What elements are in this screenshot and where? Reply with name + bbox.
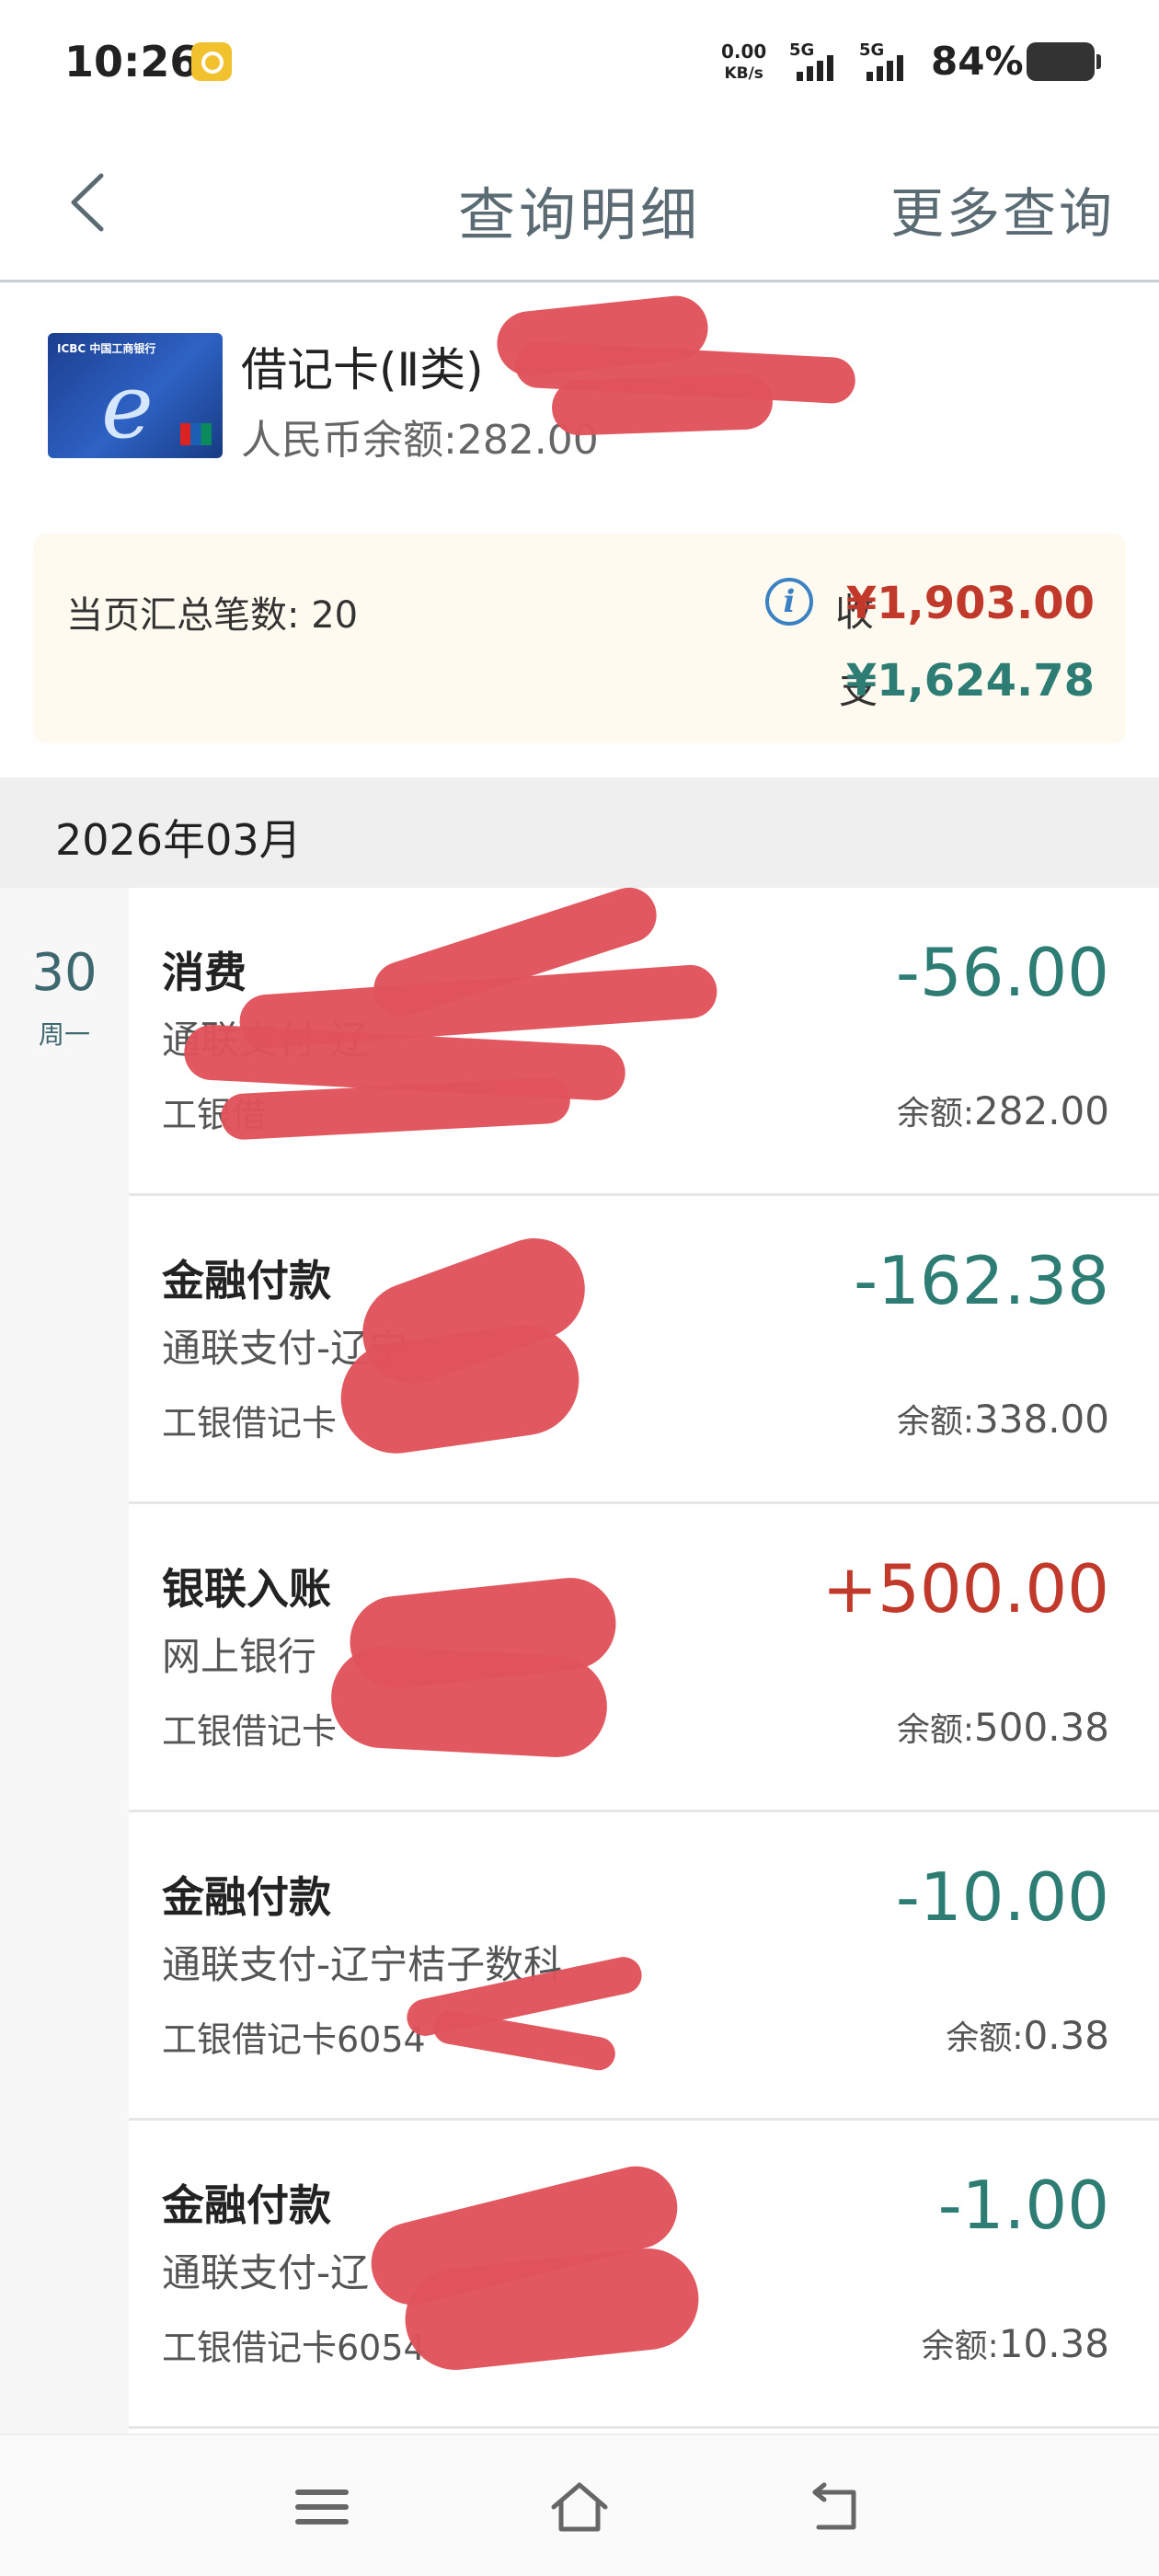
home-button[interactable]	[550, 2479, 609, 2535]
balance-value: 10.38	[998, 2321, 1109, 2366]
transaction-amount: -10.00	[895, 1858, 1109, 1936]
balance-value: 500.38	[974, 1705, 1109, 1750]
bank-card-image: ICBC 中国工商银行 e	[48, 333, 223, 458]
transaction-type: 金融付款	[162, 2180, 331, 2230]
info-icon[interactable]: i	[765, 578, 813, 626]
menu-icon	[295, 2490, 349, 2524]
redaction-scribble	[551, 373, 774, 437]
summary-count: 当页汇总笔数: 20	[66, 594, 359, 637]
income-total: ¥1,903.00	[845, 578, 1095, 629]
balance-value: 282.00	[974, 1088, 1109, 1133]
transaction-card: 工银借记卡	[162, 1403, 338, 1443]
back-arrow-icon	[812, 2482, 856, 2530]
transaction-amount: +500.00	[821, 1550, 1109, 1627]
transaction-item[interactable]: 银联入账 网上银行 工银借记卡 +500.00 余额:500.38	[129, 1504, 1159, 1812]
transaction-item[interactable]: 金融付款 通联支付-辽宁 工银借记卡 -162.38 余额:338.00	[129, 1196, 1159, 1504]
balance-label: 余额:	[946, 2019, 1024, 2057]
transaction-type: 消费	[162, 948, 247, 997]
transaction-desc: 网上银行	[162, 1634, 317, 1679]
transaction-balance: 余额:10.38	[922, 2319, 1109, 2367]
transaction-type: 金融付款	[162, 1872, 331, 1922]
balance-label: 余额:	[896, 1403, 975, 1441]
transaction-type: 银联入账	[162, 1564, 331, 1614]
transaction-balance: 余额:0.38	[946, 2011, 1109, 2059]
transaction-type: 金融付款	[162, 1256, 331, 1305]
transaction-balance: 余额:282.00	[897, 1087, 1109, 1134]
balance-label: 余额:	[896, 1711, 975, 1749]
card-info[interactable]: ICBC 中国工商银行 e 借记卡(Ⅱ类) 人民币余额:282.00	[0, 285, 1159, 506]
network-speed-unit: KB/s	[724, 64, 763, 83]
network-speed: 0.00 KB/s	[721, 40, 766, 85]
redaction-scribble	[219, 1076, 572, 1141]
balance-value: 0.38	[1023, 2013, 1109, 2058]
clock: 10:26	[64, 37, 200, 86]
unionpay-logo-icon	[180, 423, 212, 445]
page-summary: 当页汇总笔数: 20 i 收 ¥1,903.00 支 ¥1,624.78	[33, 534, 1126, 743]
transaction-balance: 余额:500.38	[897, 1703, 1109, 1751]
battery-icon	[1027, 42, 1101, 81]
transaction-item[interactable]: 金融付款 通联支付-辽 工银借记卡6054 -1.00 余额:10.38	[129, 2121, 1159, 2429]
notification-icon	[191, 42, 232, 81]
signal-sim1-icon: 5G	[789, 40, 854, 85]
month-header: 2026年03月	[0, 777, 1159, 888]
transaction-item[interactable]: 金融付款 通联支付-辽宁桔子数科 工银借记卡6054 -10.00 余额:0.3…	[129, 1812, 1159, 2121]
transaction-amount: -162.38	[854, 1242, 1109, 1319]
battery-percent: 84%	[931, 39, 1024, 84]
signal-sim2-icon: 5G	[859, 40, 924, 85]
transaction-card: 工银借记卡6054	[162, 2019, 426, 2060]
home-icon	[551, 2482, 608, 2532]
card-bank-label: ICBC 中国工商银行	[57, 342, 156, 355]
card-name: 借记卡(Ⅱ类)	[241, 343, 484, 397]
menu-button[interactable]	[293, 2479, 351, 2535]
transaction-desc: 通联支付-辽	[162, 2250, 370, 2295]
transaction-card: 工银借记卡6054	[162, 2328, 426, 2368]
nav-bar: 查询明细 更多查询	[0, 124, 1159, 282]
transaction-card: 工银借记卡	[162, 1711, 338, 1752]
transaction-amount: -56.00	[895, 934, 1109, 1011]
redaction-scribble	[430, 2007, 618, 2074]
date-weekday: 周一	[38, 1019, 90, 1050]
transaction-item[interactable]: 消费 通联支付-辽 工银借 -56.00 余额:282.00	[129, 880, 1159, 1196]
card-balance: 人民币余额:282.00	[241, 417, 599, 464]
more-query-button[interactable]: 更多查询	[890, 170, 1115, 247]
system-nav-bar	[0, 2433, 1159, 2576]
balance-label: 余额:	[896, 1095, 975, 1133]
back-nav-button[interactable]	[808, 2479, 866, 2535]
date-day: 30	[31, 943, 98, 1003]
redaction-scribble	[328, 1644, 610, 1760]
month-label: 2026年03月	[55, 815, 302, 865]
card-logo-e: e	[101, 355, 154, 458]
status-bar: 10:26 0.00 KB/s 5G 5G 84%	[0, 0, 1159, 124]
transaction-amount: -1.00	[937, 2167, 1109, 2244]
network-speed-value: 0.00	[721, 40, 767, 63]
balance-label: 余额:	[921, 2328, 999, 2365]
balance-value: 338.00	[974, 1397, 1109, 1442]
transaction-balance: 余额:338.00	[897, 1395, 1109, 1443]
expense-total: ¥1,624.78	[845, 655, 1095, 707]
date-column: 30 周一	[0, 888, 129, 2433]
